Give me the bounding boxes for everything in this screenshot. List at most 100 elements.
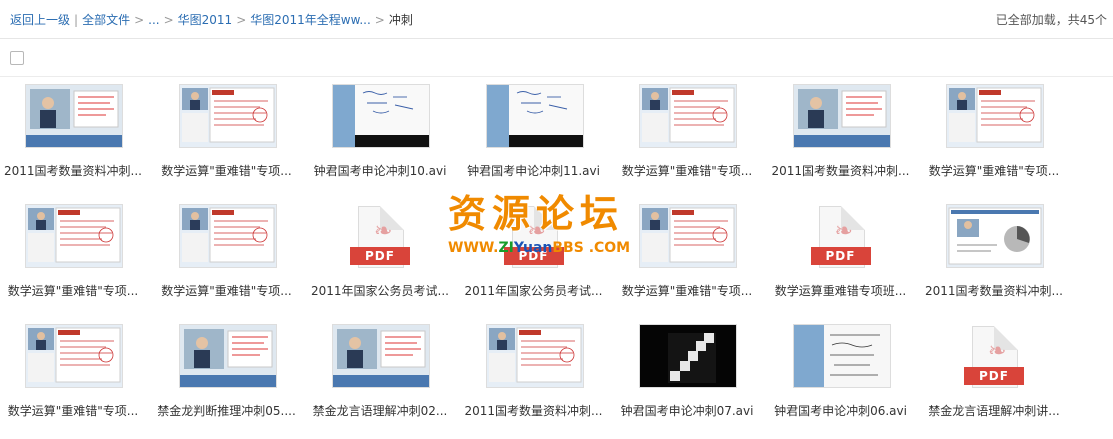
file-name[interactable]: 2011国考数量资料冲刺...: [0, 162, 150, 179]
file-item-video[interactable]: 数学运算"重难错"专项...: [0, 324, 148, 434]
file-name[interactable]: 数学运算"重难错"专项...: [0, 402, 150, 419]
video-thumbnail[interactable]: [178, 84, 277, 148]
video-thumbnail-image: [179, 205, 276, 267]
breadcrumb-separator: >: [374, 13, 385, 27]
file-name[interactable]: 禁金龙判断推理冲刺05....: [150, 402, 304, 419]
file-item-video[interactable]: 数学运算"重难错"专项...: [0, 204, 148, 314]
file-name[interactable]: 2011年国家公务员考试...: [457, 282, 611, 299]
file-item-video[interactable]: 钟君国考申论冲刺10.avi: [305, 84, 455, 194]
pdf-file-icon[interactable]: ❧ PDF: [964, 326, 1024, 394]
file-item-video[interactable]: 数学运算"重难错"专项...: [612, 84, 762, 194]
video-thumbnail[interactable]: [332, 324, 430, 388]
pdf-badge: PDF: [350, 247, 410, 265]
video-thumbnail-image: [640, 85, 736, 147]
file-item-video[interactable]: 钟君国考申论冲刺06.avi: [766, 324, 916, 434]
video-thumbnail[interactable]: [178, 324, 277, 388]
select-all-checkbox[interactable]: [10, 51, 24, 65]
video-thumbnail-image: [26, 205, 122, 267]
video-thumbnail[interactable]: [25, 84, 123, 148]
breadcrumb-bar: 返回上一级 | 全部文件 >... > 华图2011 > 华图2011年全程ww... > 冲刺 …: [0, 0, 1113, 39]
video-thumbnail[interactable]: [946, 204, 1044, 268]
video-thumbnail-image: [793, 325, 890, 387]
file-item-video[interactable]: 2011国考数量资料冲刺...: [919, 204, 1069, 314]
breadcrumb-current: 冲刺: [388, 13, 413, 27]
pdf-badge: PDF: [964, 367, 1024, 385]
breadcrumb-item-huatu2011[interactable]: 华图2011: [178, 13, 233, 27]
video-thumbnail-image: [793, 85, 890, 147]
file-name[interactable]: 禁金龙言语理解冲刺讲...: [917, 402, 1071, 419]
video-thumbnail[interactable]: [792, 84, 891, 148]
video-thumbnail[interactable]: [25, 324, 123, 388]
file-name[interactable]: 数学运算"重难错"专项...: [917, 162, 1071, 179]
pdf-badge: PDF: [810, 247, 871, 265]
pdf-badge: PDF: [503, 247, 564, 265]
file-name[interactable]: 数学运算"重难错"专项...: [610, 282, 764, 299]
video-thumbnail[interactable]: [485, 84, 584, 148]
file-name[interactable]: 数学运算"重难错"专项...: [150, 282, 304, 299]
video-thumbnail-image: [640, 325, 736, 387]
video-thumbnail-image: [333, 85, 429, 147]
file-item-video[interactable]: 数学运算"重难错"专项...: [152, 204, 302, 314]
video-thumbnail-image: [640, 205, 736, 267]
file-item-video[interactable]: 禁金龙判断推理冲刺05....: [152, 324, 302, 434]
all-files-link[interactable]: 全部文件: [82, 13, 130, 27]
video-thumbnail[interactable]: [332, 84, 430, 148]
file-name[interactable]: 数学运算"重难错"专项...: [0, 282, 150, 299]
video-thumbnail[interactable]: [946, 84, 1044, 148]
video-thumbnail[interactable]: [639, 204, 737, 268]
video-thumbnail-image: [486, 85, 583, 147]
breadcrumb-ellipsis[interactable]: ...: [148, 13, 159, 27]
breadcrumb-item-course[interactable]: 华图2011年全程ww...: [250, 13, 371, 27]
file-item-video[interactable]: 禁金龙言语理解冲刺02...: [305, 324, 455, 434]
video-thumbnail[interactable]: [792, 324, 891, 388]
file-item-video[interactable]: 数学运算"重难错"专项...: [612, 204, 762, 314]
video-thumbnail-image: [179, 85, 276, 147]
file-item-video[interactable]: 数学运算"重难错"专项...: [919, 84, 1069, 194]
pdf-file-icon[interactable]: ❧ PDF: [350, 206, 410, 274]
acrobat-swirl-icon: ❧: [527, 219, 546, 244]
video-thumbnail-image: [947, 85, 1043, 147]
file-name[interactable]: 2011年国家公务员考试...: [303, 282, 457, 299]
file-item-pdf[interactable]: ❧ PDF 数学运算重难错专项班...: [766, 204, 916, 314]
acrobat-swirl-icon: ❧: [834, 219, 853, 244]
breadcrumb-separator: >: [134, 13, 145, 27]
breadcrumb-divider: |: [74, 13, 79, 27]
file-name[interactable]: 2011国考数量资料冲刺...: [917, 282, 1071, 299]
video-thumbnail-image: [179, 325, 276, 387]
file-item-pdf[interactable]: ❧ PDF 2011年国家公务员考试...: [459, 204, 609, 314]
file-name[interactable]: 数学运算"重难错"专项...: [150, 162, 304, 179]
file-item-video[interactable]: 钟君国考申论冲刺11.avi: [459, 84, 609, 194]
file-grid: 2011国考数量资料冲刺... 数学运算"重难错"专项... 钟君国考申论冲刺10.…: [0, 78, 1113, 439]
file-item-video[interactable]: 钟君国考申论冲刺07.avi: [612, 324, 762, 434]
file-item-pdf[interactable]: ❧ PDF 2011年国家公务员考试...: [305, 204, 455, 314]
video-thumbnail-image: [947, 205, 1043, 267]
pdf-file-icon[interactable]: ❧ PDF: [503, 206, 564, 274]
breadcrumb: 返回上一级 | 全部文件 >... > 华图2011 > 华图2011年全程ww... > 冲刺: [10, 11, 413, 28]
video-thumbnail[interactable]: [178, 204, 277, 268]
video-thumbnail[interactable]: [25, 204, 123, 268]
back-link[interactable]: 返回上一级: [10, 13, 70, 27]
video-thumbnail-image: [26, 325, 122, 387]
file-name[interactable]: 2011国考数量资料冲刺...: [457, 402, 611, 419]
video-thumbnail-image: [26, 85, 122, 147]
file-name[interactable]: 钟君国考申论冲刺06.avi: [764, 402, 918, 419]
file-name[interactable]: 钟君国考申论冲刺10.avi: [303, 162, 457, 179]
file-item-video[interactable]: 2011国考数量资料冲刺...: [0, 84, 148, 194]
file-item-pdf[interactable]: ❧ PDF 禁金龙言语理解冲刺讲...: [919, 324, 1069, 434]
video-thumbnail[interactable]: [639, 324, 737, 388]
breadcrumb-separator: >: [236, 13, 247, 27]
file-name[interactable]: 钟君国考申论冲刺07.avi: [610, 402, 764, 419]
video-thumbnail[interactable]: [485, 324, 584, 388]
file-name[interactable]: 禁金龙言语理解冲刺02...: [303, 402, 457, 419]
pdf-file-icon[interactable]: ❧ PDF: [810, 206, 871, 274]
file-name[interactable]: 数学运算"重难错"专项...: [610, 162, 764, 179]
file-name[interactable]: 2011国考数量资料冲刺...: [764, 162, 918, 179]
file-name[interactable]: 数学运算重难错专项班...: [764, 282, 918, 299]
acrobat-swirl-icon: ❧: [988, 339, 1007, 364]
file-item-video[interactable]: 数学运算"重难错"专项...: [152, 84, 302, 194]
video-thumbnail-image: [333, 325, 429, 387]
file-item-video[interactable]: 2011国考数量资料冲刺...: [459, 324, 609, 434]
file-item-video[interactable]: 2011国考数量资料冲刺...: [766, 84, 916, 194]
file-name[interactable]: 钟君国考申论冲刺11.avi: [457, 162, 611, 179]
video-thumbnail[interactable]: [639, 84, 737, 148]
